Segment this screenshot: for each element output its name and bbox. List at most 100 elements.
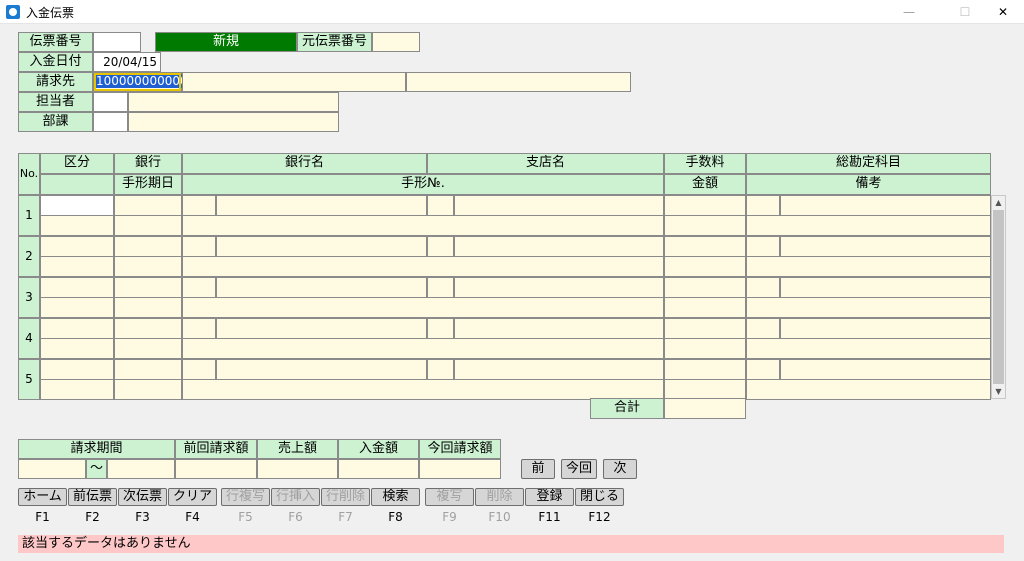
fkey-button-f11[interactable]: 登録 bbox=[525, 488, 574, 506]
grid-cell[interactable] bbox=[182, 297, 664, 318]
grid-cell[interactable] bbox=[427, 236, 454, 257]
fkey-button-f3[interactable]: 次伝票 bbox=[118, 488, 167, 506]
next-button[interactable]: 次 bbox=[603, 459, 637, 479]
minimize-icon[interactable]: — bbox=[886, 0, 932, 24]
grid-cell[interactable] bbox=[454, 277, 664, 298]
fkey-button-f4[interactable]: クリア bbox=[168, 488, 217, 506]
grid-cell[interactable] bbox=[114, 297, 182, 318]
grid-cell[interactable] bbox=[746, 338, 991, 359]
close-icon[interactable]: ✕ bbox=[980, 0, 1024, 24]
seikyu-code-input[interactable]: 100000000000 bbox=[93, 72, 189, 92]
grid-cell[interactable] bbox=[746, 277, 780, 298]
grid-cell[interactable] bbox=[40, 297, 114, 318]
denpyo-no-input[interactable] bbox=[93, 32, 141, 52]
date-label: 入金日付 bbox=[18, 52, 93, 72]
kikan-label: 請求期間 bbox=[18, 439, 175, 459]
seikyu-name1-input[interactable] bbox=[182, 72, 406, 92]
grid-cell[interactable] bbox=[114, 318, 182, 339]
buka-code-input[interactable] bbox=[93, 112, 128, 132]
grid-cell[interactable] bbox=[454, 318, 664, 339]
scroll-down-icon[interactable]: ▼ bbox=[992, 385, 1005, 398]
grid-cell[interactable] bbox=[746, 195, 780, 216]
grid-cell[interactable] bbox=[114, 215, 182, 236]
grid-cell[interactable] bbox=[40, 256, 114, 277]
grid-cell[interactable] bbox=[216, 236, 427, 257]
grid-header-tegata-no: 手形№. bbox=[182, 174, 664, 195]
grid-cell[interactable] bbox=[114, 359, 182, 380]
grid-cell[interactable] bbox=[746, 379, 991, 400]
grid-cell[interactable] bbox=[746, 236, 780, 257]
nyukin-value bbox=[338, 459, 419, 479]
scroll-thumb[interactable] bbox=[993, 210, 1004, 384]
grid-cell[interactable] bbox=[427, 277, 454, 298]
grid-cell[interactable] bbox=[40, 236, 114, 257]
grid-cell[interactable] bbox=[114, 379, 182, 400]
grid-cell[interactable] bbox=[664, 359, 746, 380]
grid-cell[interactable] bbox=[746, 318, 780, 339]
grid-cell[interactable] bbox=[664, 256, 746, 277]
fkey-button-f8[interactable]: 検索 bbox=[371, 488, 420, 506]
grid-cell[interactable] bbox=[454, 236, 664, 257]
now-button[interactable]: 今回 bbox=[561, 459, 597, 479]
grid-cell[interactable] bbox=[182, 338, 664, 359]
grid-cell[interactable] bbox=[40, 379, 114, 400]
grid-cell[interactable] bbox=[780, 318, 991, 339]
grid-cell[interactable] bbox=[182, 277, 216, 298]
grid-cell[interactable] bbox=[114, 256, 182, 277]
grid-cell[interactable] bbox=[664, 379, 746, 400]
tanto-code-input[interactable] bbox=[93, 92, 128, 112]
fkey-button-f2[interactable]: 前伝票 bbox=[68, 488, 117, 506]
grid-cell[interactable] bbox=[427, 359, 454, 380]
seikyu-name2-input[interactable] bbox=[406, 72, 631, 92]
prev-button[interactable]: 前 bbox=[521, 459, 555, 479]
grid-cell[interactable] bbox=[40, 195, 114, 216]
grid-cell[interactable] bbox=[216, 195, 427, 216]
grid-cell[interactable] bbox=[182, 195, 216, 216]
grid-scrollbar[interactable]: ▲ ▼ bbox=[991, 195, 1006, 399]
grid-cell[interactable] bbox=[664, 215, 746, 236]
grid-cell[interactable] bbox=[746, 256, 991, 277]
grid-cell[interactable] bbox=[182, 215, 664, 236]
scroll-up-icon[interactable]: ▲ bbox=[992, 196, 1005, 209]
grid-cell[interactable] bbox=[780, 195, 991, 216]
grid-cell[interactable] bbox=[427, 195, 454, 216]
grid-cell[interactable] bbox=[40, 359, 114, 380]
grid-cell[interactable] bbox=[454, 359, 664, 380]
grid-cell[interactable] bbox=[664, 195, 746, 216]
grid-cell[interactable] bbox=[664, 236, 746, 257]
grid-cell[interactable] bbox=[746, 297, 991, 318]
grid-cell[interactable] bbox=[182, 236, 216, 257]
grid-cell[interactable] bbox=[216, 318, 427, 339]
grid-cell[interactable] bbox=[114, 277, 182, 298]
grid-cell[interactable] bbox=[40, 277, 114, 298]
seikyu-label: 請求先 bbox=[18, 72, 93, 92]
app-icon bbox=[6, 5, 20, 19]
grid-cell[interactable] bbox=[182, 359, 216, 380]
grid-cell[interactable] bbox=[454, 195, 664, 216]
fkey-button-f1[interactable]: ホーム bbox=[18, 488, 67, 506]
grid-cell[interactable] bbox=[182, 256, 664, 277]
grid-cell[interactable] bbox=[664, 318, 746, 339]
grid-cell[interactable] bbox=[780, 359, 991, 380]
grid-cell[interactable] bbox=[182, 379, 664, 400]
grid-cell[interactable] bbox=[664, 277, 746, 298]
grid-cell[interactable] bbox=[780, 277, 991, 298]
grid-cell[interactable] bbox=[216, 359, 427, 380]
grid-cell[interactable] bbox=[40, 338, 114, 359]
grid-cell[interactable] bbox=[114, 236, 182, 257]
grid-cell[interactable] bbox=[216, 277, 427, 298]
grid-cell[interactable] bbox=[664, 338, 746, 359]
grid-cell[interactable] bbox=[780, 236, 991, 257]
grid-cell[interactable] bbox=[427, 318, 454, 339]
date-input[interactable]: 20/04/15 bbox=[93, 52, 161, 72]
grid-cell[interactable] bbox=[114, 338, 182, 359]
fkey-button-f12[interactable]: 閉じる bbox=[575, 488, 624, 506]
grid-cell[interactable] bbox=[40, 215, 114, 236]
grid-cell[interactable] bbox=[182, 318, 216, 339]
grid-cell[interactable] bbox=[746, 359, 780, 380]
grid-cell[interactable] bbox=[664, 297, 746, 318]
moto-denpyo-input[interactable] bbox=[372, 32, 420, 52]
grid-cell[interactable] bbox=[746, 215, 991, 236]
grid-cell[interactable] bbox=[114, 195, 182, 216]
grid-cell[interactable] bbox=[40, 318, 114, 339]
